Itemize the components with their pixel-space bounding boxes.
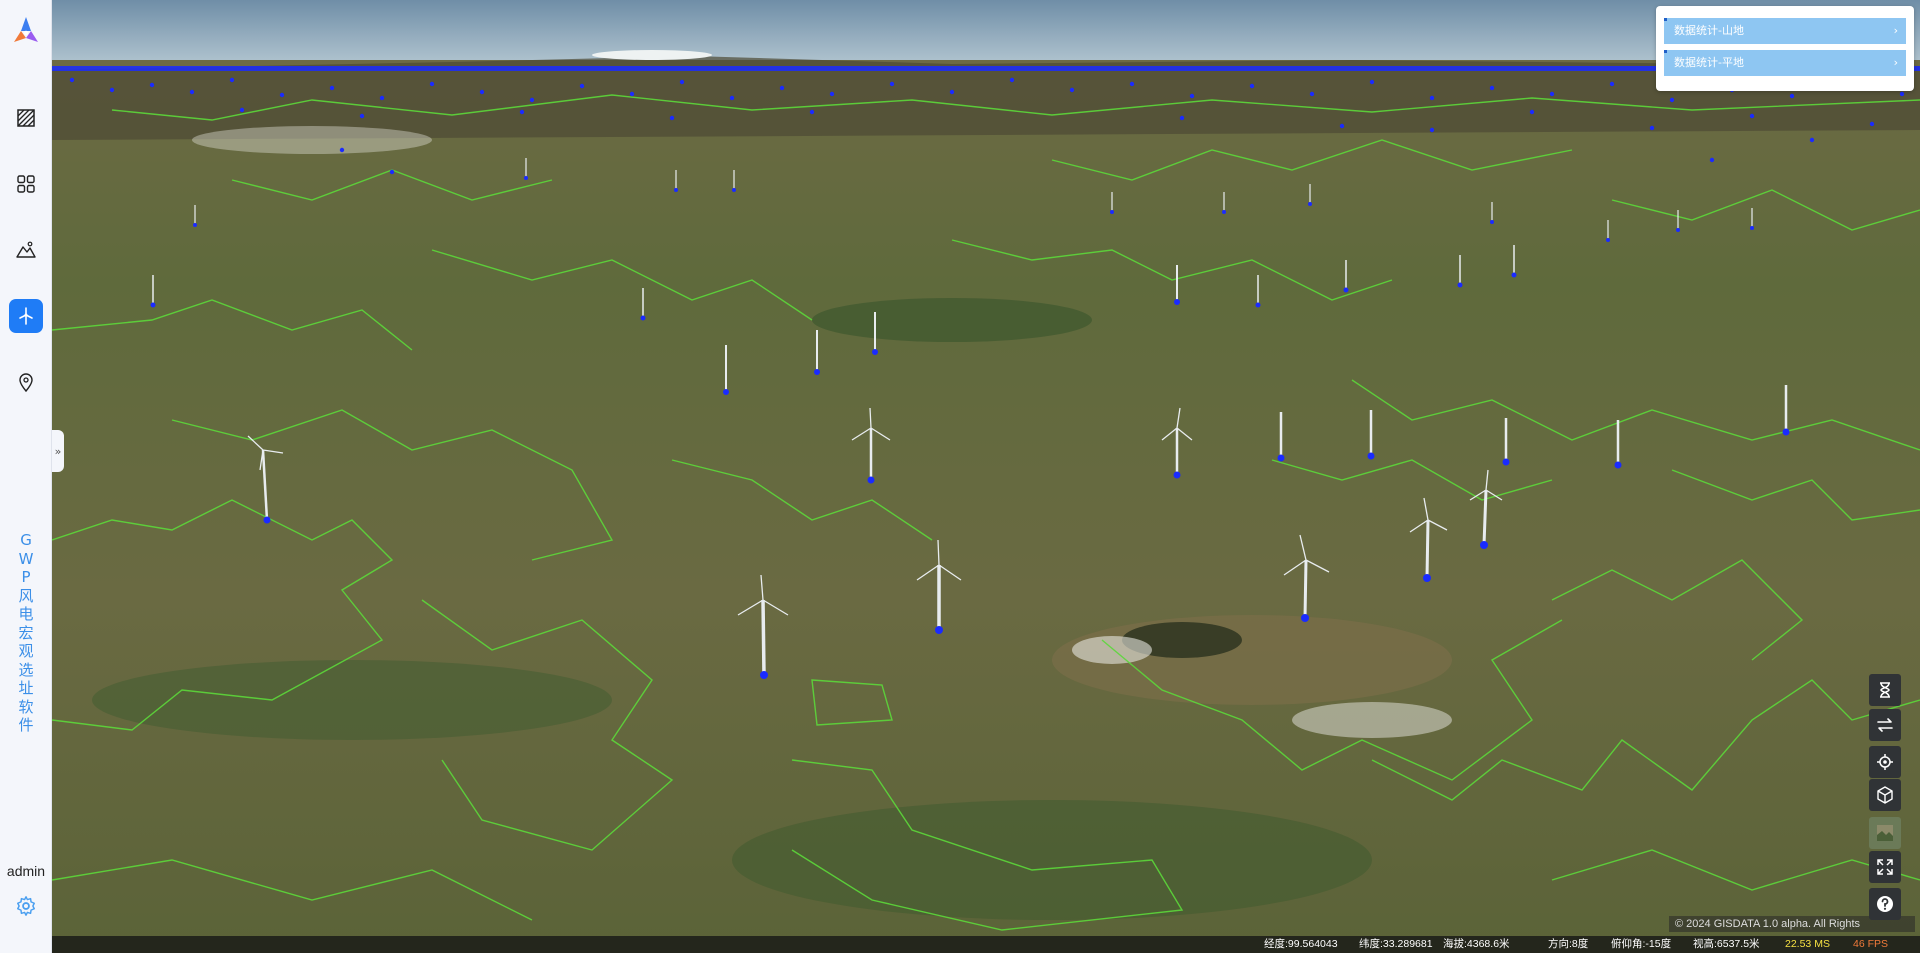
grid-apps-icon[interactable] — [9, 167, 43, 201]
swap-icon[interactable] — [1869, 709, 1901, 741]
location-pin-icon[interactable] — [9, 365, 43, 399]
snow-patch — [192, 126, 432, 154]
longitude-readout: 经度:99.564043 — [1264, 938, 1338, 950]
stats-item-plain[interactable]: 数据统计-平地 › — [1664, 50, 1906, 76]
stats-item-label: 数据统计-山地 — [1674, 24, 1744, 37]
valley-forest — [812, 298, 1092, 342]
map-view[interactable]: © 2024 GISDATA 1.0 alpha. All Rights — [52, 0, 1920, 953]
app-title-char: G — [20, 531, 32, 549]
cube-icon[interactable] — [1869, 779, 1901, 811]
view-height-readout: 视高:6537.5米 — [1693, 938, 1760, 950]
stats-panel: 数据统计-山地 › 数据统计-平地 › — [1656, 6, 1914, 91]
terrain-scene — [52, 0, 1920, 953]
help-icon[interactable] — [1869, 888, 1901, 920]
terrain-icon[interactable] — [9, 233, 43, 267]
gear-icon[interactable] — [13, 893, 39, 919]
pitch-readout: 俯仰角:-15度 — [1611, 938, 1672, 950]
chevron-right-icon: › — [1893, 56, 1898, 69]
app-title-char: P — [21, 568, 31, 586]
app-title-char: 址 — [18, 679, 34, 697]
fps-readout: 46 FPS — [1853, 938, 1889, 950]
cloud — [1292, 702, 1452, 738]
cloud — [1072, 636, 1152, 664]
hatch-layer-icon[interactable] — [9, 101, 43, 135]
app-title-char: 件 — [18, 716, 34, 734]
app-title-char: 选 — [18, 660, 34, 679]
snow-peak — [592, 50, 712, 60]
app-title-char: 宏 — [18, 623, 34, 642]
altitude-readout: 海拔:4368.6米 — [1443, 938, 1510, 950]
stats-item-mountain[interactable]: 数据统计-山地 › — [1664, 18, 1906, 44]
fullscreen-icon[interactable] — [1869, 851, 1901, 883]
hourglass-icon[interactable] — [1869, 674, 1901, 706]
app-title-char: 观 — [18, 642, 34, 660]
basemap-icon[interactable] — [1869, 817, 1901, 849]
app-logo — [9, 14, 43, 48]
app-title-char: 软 — [18, 697, 34, 716]
user-name[interactable]: admin — [0, 863, 52, 879]
stats-item-label: 数据统计-平地 — [1674, 56, 1744, 69]
app-title-char: W — [18, 549, 34, 568]
sidebar-collapse-toggle[interactable]: » — [52, 430, 64, 472]
wind-turbine-icon[interactable] — [9, 299, 43, 333]
app-title-char: 风 — [18, 586, 34, 605]
frame-time-readout: 22.53 MS — [1785, 938, 1830, 950]
heading-readout: 方向:8度 — [1548, 938, 1589, 950]
status-bar: 经度:99.564043 纬度:33.289681 海拔:4368.6米 方向:… — [52, 936, 1920, 953]
sky — [52, 0, 1920, 70]
app-title: G W P 风 电 宏 观 选 址 软 件 — [14, 531, 38, 735]
latitude-readout: 纬度:33.289681 — [1359, 938, 1433, 950]
sidebar: G W P 风 电 宏 观 选 址 软 件 admin — [0, 0, 52, 953]
locate-icon[interactable] — [1869, 746, 1901, 778]
chevron-right-icon: › — [1893, 24, 1898, 37]
app-title-char: 电 — [18, 605, 34, 623]
valley-forest — [732, 800, 1372, 920]
